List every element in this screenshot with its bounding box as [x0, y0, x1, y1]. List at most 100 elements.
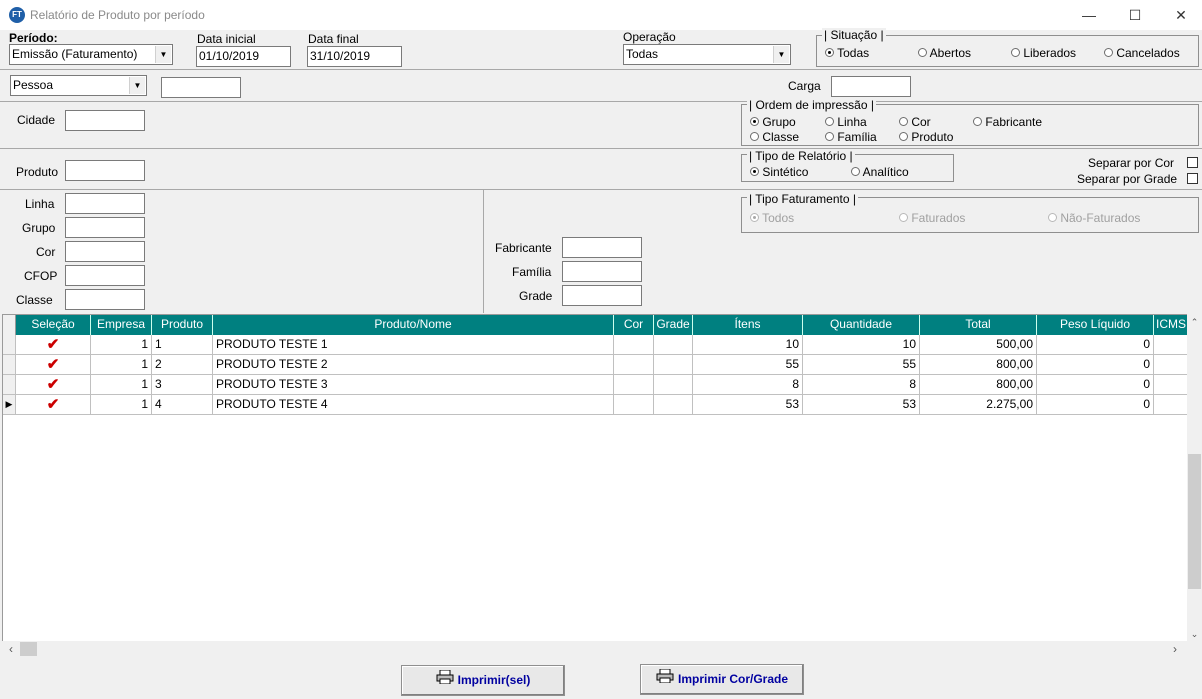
scrollbar-thumb[interactable]	[20, 642, 37, 656]
col-header-peso-liquido[interactable]: Peso Líquido	[1037, 315, 1154, 335]
selection-check-icon[interactable]: ✔	[16, 395, 91, 415]
chevron-down-icon[interactable]: ▼	[129, 77, 145, 94]
col-header-itens[interactable]: Ítens	[693, 315, 803, 335]
tipo-faturamento-radio-faturados[interactable]: Faturados	[899, 211, 965, 225]
col-header-quantidade[interactable]: Quantidade	[803, 315, 920, 335]
chevron-down-icon[interactable]: ⌄	[1187, 626, 1202, 642]
chevron-down-icon[interactable]: ▼	[155, 46, 171, 63]
ordem-radio-classe[interactable]: Classe	[750, 130, 799, 144]
col-header-total[interactable]: Total	[920, 315, 1037, 335]
cell-peso[interactable]: 0	[1037, 395, 1154, 415]
cell-nome[interactable]: PRODUTO TESTE 1	[213, 335, 614, 355]
cell-empresa[interactable]: 1	[91, 355, 152, 375]
close-button[interactable]: ✕	[1158, 0, 1202, 30]
operacao-combo[interactable]: Todas ▼	[623, 44, 791, 65]
separar-cor-checkbox[interactable]	[1187, 157, 1198, 168]
cell-cor[interactable]	[614, 375, 654, 395]
maximize-button[interactable]: ☐	[1112, 0, 1158, 30]
product-grid[interactable]: Seleção Empresa Produto Produto/Nome Cor…	[2, 314, 1188, 642]
carga-input[interactable]	[831, 76, 911, 97]
cell-quantidade[interactable]: 10	[803, 335, 920, 355]
cell-grade[interactable]	[654, 355, 693, 375]
selection-check-icon[interactable]: ✔	[16, 335, 91, 355]
cell-total[interactable]: 800,00	[920, 375, 1037, 395]
col-header-empresa[interactable]: Empresa	[91, 315, 152, 335]
cell-itens[interactable]: 55	[693, 355, 803, 375]
ordem-radio-grupo[interactable]: Grupo	[750, 115, 796, 129]
tipo-relatorio-radio-sintetico[interactable]: Sintético	[750, 165, 808, 179]
col-header-produto[interactable]: Produto	[152, 315, 213, 335]
cell-cor[interactable]	[614, 395, 654, 415]
chevron-left-icon[interactable]: ‹	[4, 641, 18, 657]
imprimir-cor-grade-button[interactable]: Imprimir Cor/Grade	[640, 664, 804, 695]
cell-produto[interactable]: 1	[152, 335, 213, 355]
situacao-radio-abertos[interactable]: Abertos	[918, 46, 971, 60]
grupo-input[interactable]	[65, 217, 145, 238]
fabricante-input[interactable]	[562, 237, 642, 258]
cell-peso[interactable]: 0	[1037, 355, 1154, 375]
grade-input[interactable]	[562, 285, 642, 306]
cell-cor[interactable]	[614, 335, 654, 355]
chevron-down-icon[interactable]: ▼	[773, 46, 789, 63]
cell-itens[interactable]: 8	[693, 375, 803, 395]
cfop-input[interactable]	[65, 265, 145, 286]
selection-check-icon[interactable]: ✔	[16, 375, 91, 395]
selection-check-icon[interactable]: ✔	[16, 355, 91, 375]
cell-peso[interactable]: 0	[1037, 335, 1154, 355]
cell-nome[interactable]: PRODUTO TESTE 2	[213, 355, 614, 375]
cell-icms[interactable]	[1154, 355, 1187, 375]
situacao-radio-todas[interactable]: Todas	[825, 46, 869, 60]
cell-empresa[interactable]: 1	[91, 335, 152, 355]
cell-grade[interactable]	[654, 395, 693, 415]
linha-input[interactable]	[65, 193, 145, 214]
scrollbar-thumb[interactable]	[1188, 454, 1201, 589]
cell-quantidade[interactable]: 53	[803, 395, 920, 415]
cell-itens[interactable]: 53	[693, 395, 803, 415]
cell-produto[interactable]: 3	[152, 375, 213, 395]
ordem-radio-produto[interactable]: Produto	[899, 130, 953, 144]
cor-input[interactable]	[65, 241, 145, 262]
separar-grade-checkbox[interactable]	[1187, 173, 1198, 184]
col-header-grade[interactable]: Grade	[654, 315, 693, 335]
cell-itens[interactable]: 10	[693, 335, 803, 355]
chevron-up-icon[interactable]: ⌃	[1187, 314, 1202, 330]
cell-nome[interactable]: PRODUTO TESTE 4	[213, 395, 614, 415]
cell-quantidade[interactable]: 8	[803, 375, 920, 395]
cell-grade[interactable]	[654, 335, 693, 355]
cell-peso[interactable]: 0	[1037, 375, 1154, 395]
classe-input[interactable]	[65, 289, 145, 310]
data-final-input[interactable]: 31/10/2019	[307, 46, 402, 67]
cell-icms[interactable]	[1154, 375, 1187, 395]
horizontal-scrollbar[interactable]: ‹ ›	[2, 641, 1202, 657]
tipo-relatorio-radio-analitico[interactable]: Analítico	[851, 165, 909, 179]
cell-total[interactable]: 2.275,00	[920, 395, 1037, 415]
cell-nome[interactable]: PRODUTO TESTE 3	[213, 375, 614, 395]
cell-cor[interactable]	[614, 355, 654, 375]
col-header-cor[interactable]: Cor	[614, 315, 654, 335]
data-inicial-input[interactable]: 01/10/2019	[196, 46, 291, 67]
vertical-scrollbar[interactable]: ⌃ ⌄	[1187, 314, 1202, 642]
produto-input[interactable]	[65, 160, 145, 181]
ordem-radio-cor[interactable]: Cor	[899, 115, 931, 129]
imprimir-sel-button[interactable]: Imprimir(sel)	[401, 665, 565, 696]
ordem-radio-familia[interactable]: Família	[825, 130, 877, 144]
pessoa-input[interactable]	[161, 77, 241, 98]
ordem-radio-fabricante[interactable]: Fabricante	[973, 115, 1042, 129]
tipo-faturamento-radio-nao-faturados[interactable]: Não-Faturados	[1048, 211, 1140, 225]
cell-total[interactable]: 800,00	[920, 355, 1037, 375]
cell-total[interactable]: 500,00	[920, 335, 1037, 355]
familia-input[interactable]	[562, 261, 642, 282]
col-header-selecao[interactable]: Seleção	[16, 315, 91, 335]
situacao-radio-liberados[interactable]: Liberados	[1011, 46, 1076, 60]
cell-produto[interactable]: 4	[152, 395, 213, 415]
periodo-combo[interactable]: Emissão (Faturamento) ▼	[9, 44, 173, 65]
tipo-faturamento-radio-todos[interactable]: Todos	[750, 211, 794, 225]
cell-empresa[interactable]: 1	[91, 375, 152, 395]
cidade-input[interactable]	[65, 110, 145, 131]
cell-produto[interactable]: 2	[152, 355, 213, 375]
cell-quantidade[interactable]: 55	[803, 355, 920, 375]
pessoa-combo[interactable]: Pessoa ▼	[10, 75, 147, 96]
cell-icms[interactable]	[1154, 335, 1187, 355]
col-header-icms[interactable]: ICMS	[1154, 315, 1187, 335]
ordem-radio-linha[interactable]: Linha	[825, 115, 867, 129]
